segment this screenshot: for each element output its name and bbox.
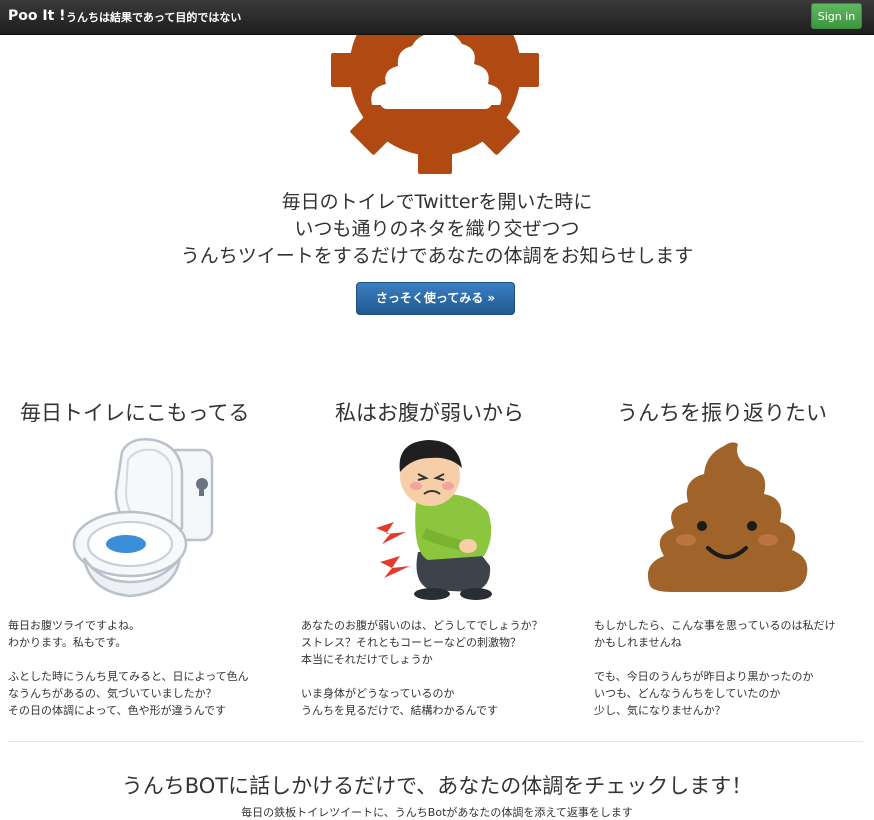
try-now-button[interactable]: さっそく使ってみる » xyxy=(356,282,515,315)
smiling-poop-icon xyxy=(647,442,808,592)
sign-in-button[interactable]: Sign in xyxy=(811,3,862,29)
feature-title-weak-stomach: 私はお腹が弱いから xyxy=(335,401,524,425)
hero-line-3: うんちツイートをするだけであなたの体調をお知らせします xyxy=(180,245,694,267)
bottom-headline: うんちBOTに話しかけるだけで、あなたの体調をチェックします！ xyxy=(121,774,753,798)
navbar-tagline: うんちは結果であって目的ではない xyxy=(66,11,242,24)
bottom-subtitle: 毎日の鉄板トイレツイートに、うんちBotがあなたの体調を添えて返事をします xyxy=(241,806,633,819)
feature-text-weak-stomach: あなたのお腹が弱いのは、どうしてでしょうか？ ストレス？それともコーヒーなどの刺… xyxy=(301,619,543,717)
stomachache-man-icon xyxy=(376,440,492,600)
feature-title-review-poop: うんちを振り返りたい xyxy=(617,401,827,425)
toilet-icon xyxy=(72,438,214,598)
hero-description: 毎日のトイレでTwitterを開いた時に いつも通りのネタを織り交ぜつつ うんち… xyxy=(0,189,874,270)
hero-line-2: いつも通りのネタを織り交ぜつつ xyxy=(294,218,580,240)
brand-logo-text[interactable]: Poo It ! xyxy=(8,8,66,24)
top-navbar: Poo It ! うんちは結果であって目的ではない Sign in xyxy=(0,0,874,35)
feature-text-toilet: 毎日お腹ツライですよね。 わかります。私もです。 ふとした時にうんち見てみると、… xyxy=(8,619,249,717)
feature-text-review-poop: もしかしたら、こんな事を思っているのは私だけ かもしれませんね でも、今日のうん… xyxy=(594,619,836,717)
feature-title-toilet: 毎日トイレにこもってる xyxy=(20,401,250,425)
section-divider xyxy=(8,741,863,742)
hero-line-1: 毎日のトイレでTwitterを開いた時に xyxy=(281,191,593,213)
